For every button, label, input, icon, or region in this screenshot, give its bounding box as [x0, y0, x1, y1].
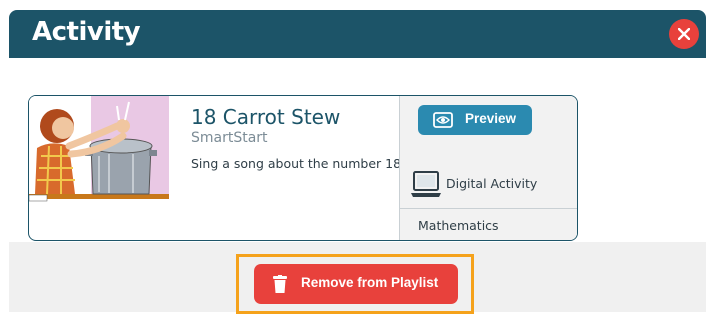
activity-card: 18 Carrot Stew SmartStart Sing a song ab… — [28, 95, 578, 241]
dialog-header: Activity — [9, 10, 706, 58]
dialog-title: Activity — [32, 17, 141, 47]
activity-subtitle: SmartStart — [191, 130, 268, 146]
activity-type-label: Digital Activity — [446, 176, 538, 191]
preview-button-label: Preview — [465, 111, 517, 126]
activity-meta-panel: Preview Digital Activity Mathematics — [399, 96, 577, 240]
divider — [400, 208, 577, 209]
remove-from-playlist-button[interactable]: Remove from Playlist — [254, 264, 458, 304]
close-button[interactable] — [669, 19, 699, 49]
laptop-icon — [411, 171, 441, 197]
close-icon — [678, 28, 690, 40]
activity-title: 18 Carrot Stew — [191, 105, 341, 129]
activity-description: Sing a song about the number 18. — [191, 156, 406, 171]
preview-button[interactable]: Preview — [418, 105, 532, 135]
trash-icon — [273, 275, 287, 293]
preview-icon — [433, 112, 453, 128]
activity-subject: Mathematics — [418, 218, 499, 233]
remove-button-label: Remove from Playlist — [301, 275, 439, 290]
activity-thumbnail — [29, 96, 169, 202]
